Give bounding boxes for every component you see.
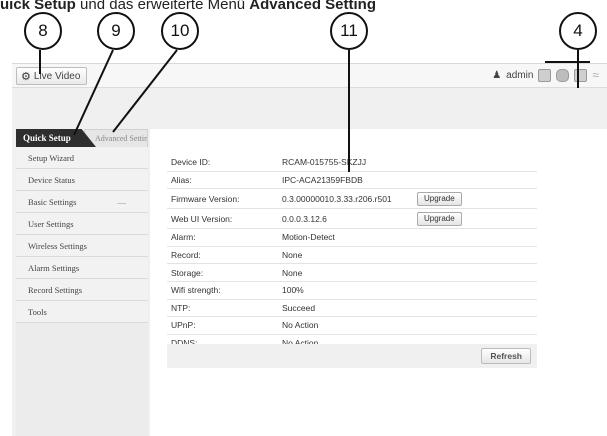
table-row: Storage: None bbox=[167, 264, 537, 282]
table-row: Firmware Version: 0.3.00000010.3.33.r206.… bbox=[167, 189, 537, 210]
callout-9: 9 bbox=[97, 12, 135, 50]
sidebar-item-label: Wireless Settings bbox=[28, 241, 87, 251]
sidebar-item-label: Basic Settings bbox=[28, 197, 77, 207]
sidebar-item-label: Record Settings bbox=[28, 285, 83, 295]
callout-8: 8 bbox=[24, 12, 62, 50]
row-value: 0.0.0.3.12.6 bbox=[282, 213, 327, 224]
sidebar-item-record-settings[interactable]: Record Settings bbox=[16, 279, 148, 301]
row-value: 100% bbox=[282, 285, 304, 296]
table-row: Device ID: RCAM-015755-SKZJJ bbox=[167, 154, 537, 172]
row-label: Wifi strength: bbox=[171, 285, 221, 296]
wifi-icon: ≈ bbox=[592, 68, 599, 82]
row-label: Alarm: bbox=[171, 232, 196, 243]
user-area: ♟ admin ≈ bbox=[492, 68, 599, 82]
row-label: Firmware Version: bbox=[171, 193, 240, 204]
table-row: Alarm: Motion-Detect bbox=[167, 229, 537, 247]
row-value: No Action bbox=[282, 320, 319, 331]
sidebar-item-tools[interactable]: Tools bbox=[16, 301, 148, 323]
callout-10: 10 bbox=[161, 12, 199, 50]
sidebar-item-user-settings[interactable]: User Settings bbox=[16, 213, 148, 235]
device-status-panel: Device ID: RCAM-015755-SKZJJ Alias: IPC-AC… bbox=[150, 129, 607, 436]
row-value: IPC-ACA21359FBDB bbox=[282, 174, 363, 185]
refresh-bar: Refresh bbox=[167, 344, 537, 368]
sidebar-item-device-status[interactable]: Device Status bbox=[16, 169, 148, 191]
row-value: None bbox=[282, 267, 303, 278]
sidebar-item-alarm-settings[interactable]: Alarm Settings bbox=[16, 257, 148, 279]
sidebar-item-label: Tools bbox=[28, 307, 47, 317]
sidebar-item-label: User Settings bbox=[28, 219, 74, 229]
settings-icon[interactable] bbox=[538, 68, 552, 82]
row-label: Device ID: bbox=[171, 157, 211, 168]
row-value: Motion-Detect bbox=[282, 232, 335, 243]
sidebar-item-setup-wizard[interactable]: Setup Wizard bbox=[16, 147, 148, 169]
live-video-label: Live Video bbox=[33, 70, 81, 82]
row-label: Alias: bbox=[171, 174, 192, 185]
callout-11: 11 bbox=[330, 12, 368, 50]
manual-caption: uick Setup und das erweiterte Menü Advan… bbox=[0, 0, 607, 14]
caption-quick-setup: uick Setup bbox=[0, 0, 76, 13]
user-icon: ♟ bbox=[492, 69, 502, 81]
camera-icon: ⚙ bbox=[21, 70, 31, 83]
row-label: NTP: bbox=[171, 302, 191, 313]
table-row: Alias: IPC-ACA21359FBDB bbox=[167, 172, 537, 190]
table-row: UPnP: No Action bbox=[167, 317, 537, 335]
callout-4: 4 bbox=[559, 12, 597, 50]
top-bar: ⚙ Live Video ♟ admin ≈ bbox=[12, 64, 607, 88]
table-row: Wifi strength: 100% bbox=[167, 282, 537, 300]
row-value: RCAM-015755-SKZJJ bbox=[282, 157, 367, 168]
row-label: Storage: bbox=[171, 267, 204, 278]
row-label: UPnP: bbox=[171, 320, 196, 331]
username-label: admin bbox=[506, 69, 534, 81]
refresh-button[interactable]: Refresh bbox=[481, 348, 531, 364]
sidebar-item-label: Device Status bbox=[28, 175, 75, 185]
row-value: 0.3.00000010.3.33.r206.r501 bbox=[282, 193, 392, 204]
firmware-upgrade-button[interactable]: Upgrade bbox=[417, 191, 462, 206]
sidebar: Setup Wizard Device Status Basic Setting… bbox=[16, 147, 148, 436]
sidebar-item-wireless-settings[interactable]: Wireless Settings bbox=[16, 235, 148, 257]
webui-upgrade-button[interactable]: Upgrade bbox=[417, 211, 462, 226]
sidebar-item-basic-settings[interactable]: Basic Settings — bbox=[16, 191, 148, 213]
caption-middle: und das erweiterte Menü bbox=[75, 0, 250, 13]
table-row: Web UI Version: 0.0.0.3.12.6 Upgrade bbox=[167, 209, 537, 230]
row-label: Record: bbox=[171, 250, 201, 261]
storage-icon[interactable] bbox=[574, 68, 588, 82]
expand-marker: — bbox=[117, 197, 127, 207]
row-value: Succeed bbox=[282, 302, 316, 313]
sidebar-item-label: Setup Wizard bbox=[28, 153, 75, 163]
row-value: None bbox=[282, 250, 303, 261]
table-row: Record: None bbox=[167, 247, 537, 265]
device-info-table: Device ID: RCAM-015755-SKZJJ Alias: IPC-AC… bbox=[167, 154, 537, 353]
live-video-button[interactable]: ⚙ Live Video bbox=[16, 67, 88, 85]
sidebar-item-label: Alarm Settings bbox=[28, 263, 80, 273]
table-row: NTP: Succeed bbox=[167, 300, 537, 318]
lock-icon[interactable] bbox=[556, 68, 570, 82]
row-label: Web UI Version: bbox=[171, 213, 233, 224]
caption-advanced-setting: Advanced Setting bbox=[249, 0, 376, 13]
